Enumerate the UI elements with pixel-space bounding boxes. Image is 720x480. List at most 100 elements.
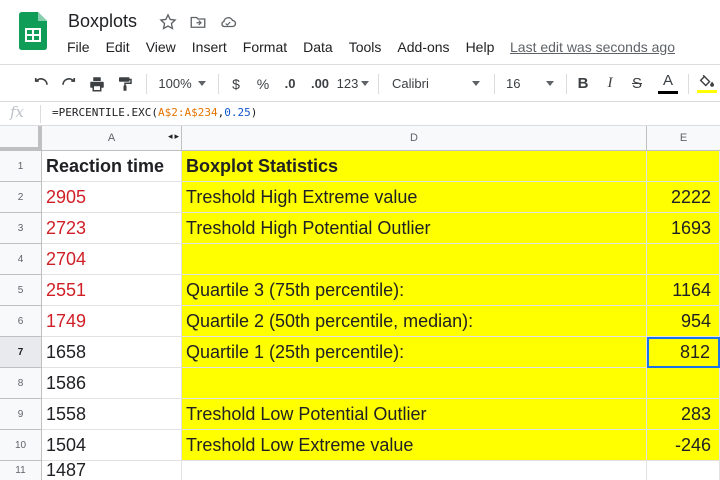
cell-d[interactable]: Treshold Low Extreme value [182, 430, 647, 461]
cell-e[interactable] [647, 368, 720, 399]
print-button[interactable] [84, 65, 110, 102]
text-color-letter: A [662, 72, 673, 89]
undo-icon [34, 77, 48, 85]
cell-a[interactable]: 2551 [42, 275, 182, 306]
percent-format-button[interactable]: % [252, 65, 274, 102]
menu-format[interactable]: Format [235, 38, 295, 56]
menu-addons[interactable]: Add-ons [389, 38, 457, 56]
menu-bar: File Edit View Insert Format Data Tools … [59, 38, 502, 56]
row-header[interactable]: 2 [0, 182, 42, 213]
cell-e[interactable]: 283 [647, 399, 720, 430]
cell-d[interactable]: Treshold High Extreme value [182, 182, 647, 213]
strikethrough-button[interactable]: S [626, 65, 648, 102]
fx-icon: fx [10, 103, 25, 121]
zoom-value: 100% [158, 76, 192, 91]
column-header-a[interactable]: A [42, 126, 182, 151]
menu-tools[interactable]: Tools [341, 38, 390, 56]
cell-d[interactable] [182, 244, 647, 275]
sheets-logo-icon[interactable] [19, 12, 47, 50]
decrease-decimals-label: .0 [284, 76, 296, 91]
currency-format-button[interactable]: $ [225, 65, 247, 102]
cell-a[interactable]: 1487 [42, 461, 182, 480]
column-header-e[interactable]: E [647, 126, 720, 151]
bold-button[interactable]: B [572, 65, 594, 102]
menu-edit[interactable]: Edit [98, 38, 138, 56]
star-icon[interactable] [158, 12, 178, 32]
row-header[interactable]: 4 [0, 244, 42, 275]
redo-button[interactable] [56, 65, 82, 102]
font-size-select[interactable]: 16 [500, 65, 560, 102]
cell-d[interactable]: Boxplot Statistics [182, 151, 647, 182]
cell-a[interactable]: 1658 [42, 337, 182, 368]
toolbar-divider [378, 74, 379, 94]
fill-color-button[interactable] [694, 65, 720, 102]
row-header[interactable]: 10 [0, 430, 42, 461]
paint-format-button[interactable] [112, 65, 138, 102]
cell-e[interactable]: 1693 [647, 213, 720, 244]
undo-button[interactable] [28, 65, 54, 102]
cell-a[interactable]: 1504 [42, 430, 182, 461]
formula-argument: 0.25 [224, 106, 251, 119]
cell-d[interactable]: Quartile 1 (25th percentile): [182, 337, 647, 368]
cell-a[interactable]: 1558 [42, 399, 182, 430]
fill-color-swatch [697, 90, 717, 93]
toolbar-divider [566, 74, 567, 94]
select-all-corner[interactable] [0, 126, 42, 151]
cell-e[interactable]: 1164 [647, 275, 720, 306]
cell-e[interactable] [647, 244, 720, 275]
menu-help[interactable]: Help [458, 38, 503, 56]
text-color-button[interactable]: A [655, 65, 681, 102]
move-folder-icon[interactable] [188, 12, 208, 32]
formula-close: ) [250, 106, 258, 119]
cell-a[interactable]: 2704 [42, 244, 182, 275]
italic-button[interactable]: I [599, 65, 621, 102]
menu-insert[interactable]: Insert [184, 38, 235, 56]
cell-a[interactable]: 2723 [42, 213, 182, 244]
last-edit-link[interactable]: Last edit was seconds ago [510, 38, 675, 56]
document-title[interactable]: Boxplots [68, 11, 137, 32]
font-family-select[interactable]: Calibri [386, 65, 486, 102]
decrease-decimals-button[interactable]: .0 [277, 65, 303, 102]
row-header[interactable]: 3 [0, 213, 42, 244]
cell-e[interactable] [647, 461, 720, 480]
menu-data[interactable]: Data [295, 38, 341, 56]
cell-e[interactable] [647, 151, 720, 182]
cell-d[interactable] [182, 368, 647, 399]
print-icon [90, 76, 104, 91]
zoom-select[interactable]: 100% [152, 65, 212, 102]
chevron-down-icon [472, 81, 480, 86]
cell-a[interactable]: 1586 [42, 368, 182, 399]
chevron-down-icon [197, 81, 206, 86]
cell-a[interactable]: 2905 [42, 182, 182, 213]
selected-cell-e[interactable]: 812 [647, 337, 720, 368]
formula-input[interactable]: =PERCENTILE.EXC(A$2:A$234,0.25) [52, 106, 257, 119]
column-header-d[interactable]: D [182, 126, 647, 151]
cell-a[interactable]: Reaction time [42, 151, 182, 182]
cell-d[interactable] [182, 461, 647, 480]
row-header[interactable]: 6 [0, 306, 42, 337]
cell-e[interactable]: 954 [647, 306, 720, 337]
menu-file[interactable]: File [59, 38, 98, 56]
increase-decimals-button[interactable]: .00 [306, 65, 334, 102]
more-formats-select[interactable]: 123 [336, 65, 370, 102]
row-header[interactable]: 1 [0, 151, 42, 182]
hidden-columns-arrows[interactable]: ◂▸ [168, 131, 181, 142]
cell-d[interactable]: Treshold Low Potential Outlier [182, 399, 647, 430]
cell-d[interactable]: Quartile 2 (50th percentile, median): [182, 306, 647, 337]
cell-a[interactable]: 1749 [42, 306, 182, 337]
font-size-value: 16 [506, 76, 521, 91]
cell-e[interactable]: -246 [647, 430, 720, 461]
row-header[interactable]: 8 [0, 368, 42, 399]
cloud-status-icon[interactable] [218, 12, 238, 32]
formula-bar-divider [40, 105, 41, 123]
row-header[interactable]: 11 [0, 461, 42, 480]
formula-range: A$2:A$234 [157, 106, 218, 119]
cell-d[interactable]: Quartile 3 (75th percentile): [182, 275, 647, 306]
row-header[interactable]: 7 [0, 337, 42, 368]
menu-view[interactable]: View [138, 38, 184, 56]
row-header[interactable]: 5 [0, 275, 42, 306]
cell-e[interactable]: 2222 [647, 182, 720, 213]
row-header[interactable]: 9 [0, 399, 42, 430]
text-color-swatch [658, 91, 678, 94]
cell-d[interactable]: Treshold High Potential Outlier [182, 213, 647, 244]
